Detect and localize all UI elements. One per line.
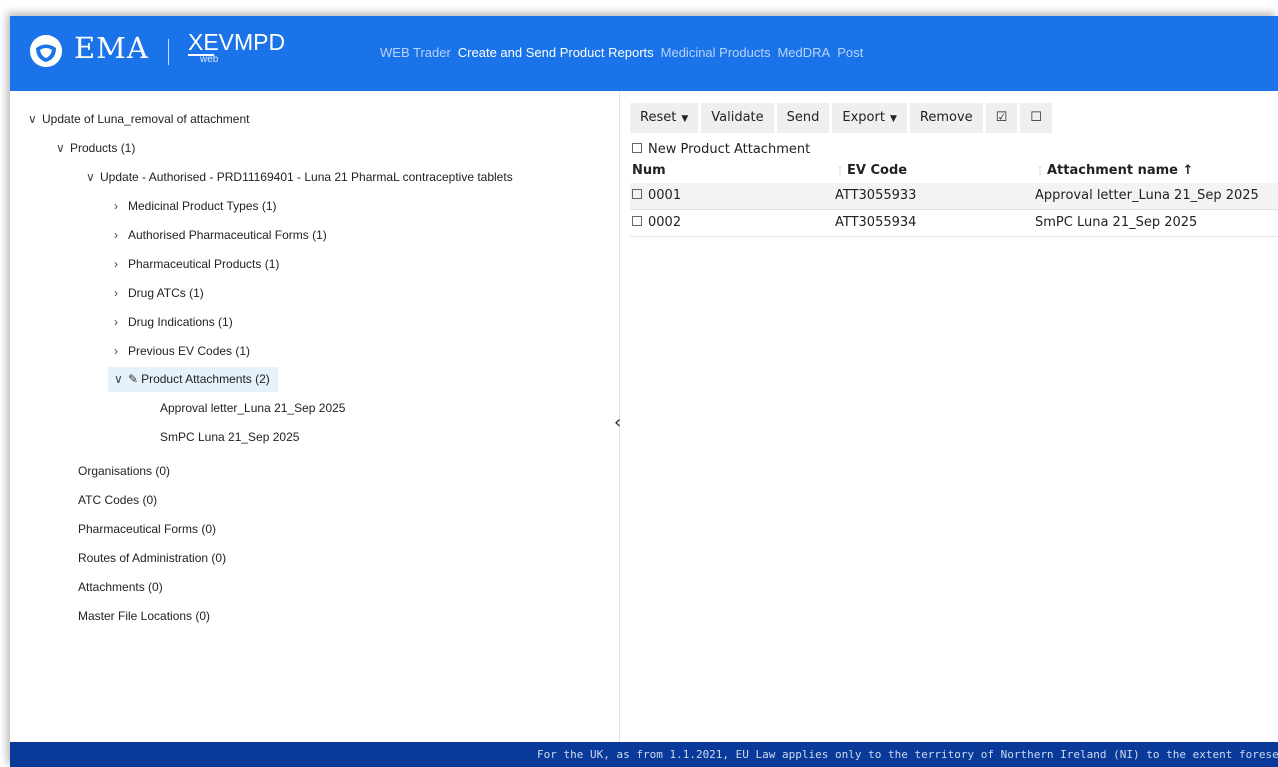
pencil-icon: ✎ bbox=[128, 372, 139, 386]
main-nav: WEB Trader Create and Send Product Repor… bbox=[380, 45, 863, 60]
product-name: XEVMPD bbox=[188, 29, 286, 55]
tree-pharmaceutical-products[interactable]: › Pharmaceutical Products (1) bbox=[114, 253, 279, 275]
tree-attachment-item[interactable]: SmPC Luna 21_Sep 2025 bbox=[160, 426, 299, 448]
nav-web-trader[interactable]: WEB Trader bbox=[380, 45, 451, 60]
product-subtitle: web bbox=[200, 54, 219, 65]
chevron-right-icon: › bbox=[114, 315, 118, 329]
chevron-down-icon: ∨ bbox=[114, 372, 123, 386]
chevron-down-icon: ∨ bbox=[86, 170, 95, 184]
tree-attachment-item[interactable]: Approval letter_Luna 21_Sep 2025 bbox=[160, 397, 345, 419]
tree-medicinal-product-types[interactable]: › Medicinal Product Types (1) bbox=[114, 195, 277, 217]
nav-create-send-reports[interactable]: Create and Send Product Reports bbox=[458, 45, 654, 60]
ema-logo-icon bbox=[30, 35, 62, 67]
top-bar: EMA XEVMPD web WEB Trader Create and Sen… bbox=[10, 16, 1278, 91]
tree-panel: ∨ Update of Luna_removal of attachment ∨ P… bbox=[10, 91, 621, 742]
chevron-right-icon: › bbox=[114, 344, 118, 358]
uncheck-all-button[interactable]: ☐ bbox=[1020, 103, 1052, 133]
chevron-right-icon: › bbox=[114, 286, 118, 300]
tree-attachments[interactable]: Attachments (0) bbox=[78, 576, 163, 598]
footer-notice: For the UK, as from 1.1.2021, EU Law app… bbox=[10, 742, 1278, 767]
nav-meddra[interactable]: MedDRA bbox=[777, 45, 830, 60]
tree-authorised-pharmaceutical-forms[interactable]: › Authorised Pharmaceutical Forms (1) bbox=[114, 224, 327, 246]
tree-master-file-locations[interactable]: Master File Locations (0) bbox=[78, 605, 210, 627]
remove-button[interactable]: Remove bbox=[909, 103, 983, 133]
detail-panel: Reset ▼ Validate Send Export ▼ Remove ☑ ☐ … bbox=[620, 91, 1278, 742]
nav-post[interactable]: Post bbox=[837, 45, 863, 60]
tree-routes-of-administration[interactable]: Routes of Administration (0) bbox=[78, 547, 226, 569]
attachments-table: Num ⋮ EV Code ⋮ Attachment name ↑ 0001 ATT… bbox=[630, 159, 1278, 237]
table-row[interactable]: 0001 ATT3055933 Approval letter_Luna 21_… bbox=[630, 183, 1278, 210]
tree-products[interactable]: ∨ Products (1) bbox=[56, 137, 135, 159]
reset-button[interactable]: Reset ▼ bbox=[630, 103, 699, 133]
column-ev-code[interactable]: ⋮ EV Code bbox=[835, 159, 907, 184]
tree-product-item[interactable]: ∨ Update - Authorised - PRD11169401 - Lun… bbox=[86, 166, 513, 188]
row-checkbox[interactable] bbox=[632, 216, 642, 226]
tree-atc-codes[interactable]: ATC Codes (0) bbox=[78, 489, 157, 511]
caret-down-icon: ▼ bbox=[681, 114, 689, 124]
row-checkbox[interactable] bbox=[632, 189, 642, 199]
column-separator-icon: ⋮ bbox=[1035, 166, 1045, 177]
tree-drug-atcs[interactable]: › Drug ATCs (1) bbox=[114, 282, 204, 304]
toolbar: Reset ▼ Validate Send Export ▼ Remove ☑ ☐ bbox=[630, 103, 1052, 133]
tree-product-attachments[interactable]: ∨ ✎ Product Attachments (2) bbox=[108, 367, 278, 392]
column-num[interactable]: Num bbox=[632, 159, 666, 183]
send-button[interactable]: Send bbox=[776, 103, 830, 133]
tree-drug-indications[interactable]: › Drug Indications (1) bbox=[114, 311, 233, 333]
chevron-right-icon: › bbox=[114, 199, 118, 213]
chevron-right-icon: › bbox=[114, 257, 118, 271]
logo-text: EMA bbox=[74, 31, 149, 65]
chevron-down-icon: ∨ bbox=[56, 141, 65, 155]
export-button[interactable]: Export ▼ bbox=[832, 103, 907, 133]
tree-root[interactable]: ∨ Update of Luna_removal of attachment bbox=[28, 108, 249, 130]
tree-organisations[interactable]: Organisations (0) bbox=[78, 460, 170, 482]
table-row[interactable]: 0002 ATT3055934 SmPC Luna 21_Sep 2025 bbox=[630, 210, 1278, 237]
validate-button[interactable]: Validate bbox=[701, 103, 774, 133]
chevron-right-icon: › bbox=[114, 228, 118, 242]
caret-down-icon: ▼ bbox=[889, 114, 897, 124]
new-attachment-option[interactable]: New Product Attachment bbox=[632, 142, 810, 157]
tree-pharmaceutical-forms[interactable]: Pharmaceutical Forms (0) bbox=[78, 518, 216, 540]
logo-divider bbox=[168, 39, 169, 65]
chevron-down-icon: ∨ bbox=[28, 112, 37, 126]
check-all-button[interactable]: ☑ bbox=[985, 103, 1018, 133]
table-header: Num ⋮ EV Code ⋮ Attachment name ↑ bbox=[630, 159, 1278, 183]
app-window: EMA XEVMPD web WEB Trader Create and Sen… bbox=[10, 16, 1278, 767]
tree-previous-ev-codes[interactable]: › Previous EV Codes (1) bbox=[114, 340, 250, 362]
nav-medicinal-products[interactable]: Medicinal Products bbox=[661, 45, 771, 60]
column-separator-icon: ⋮ bbox=[835, 166, 845, 177]
checkbox-icon[interactable] bbox=[632, 143, 642, 153]
column-attachment-name[interactable]: ⋮ Attachment name ↑ bbox=[1035, 159, 1193, 184]
